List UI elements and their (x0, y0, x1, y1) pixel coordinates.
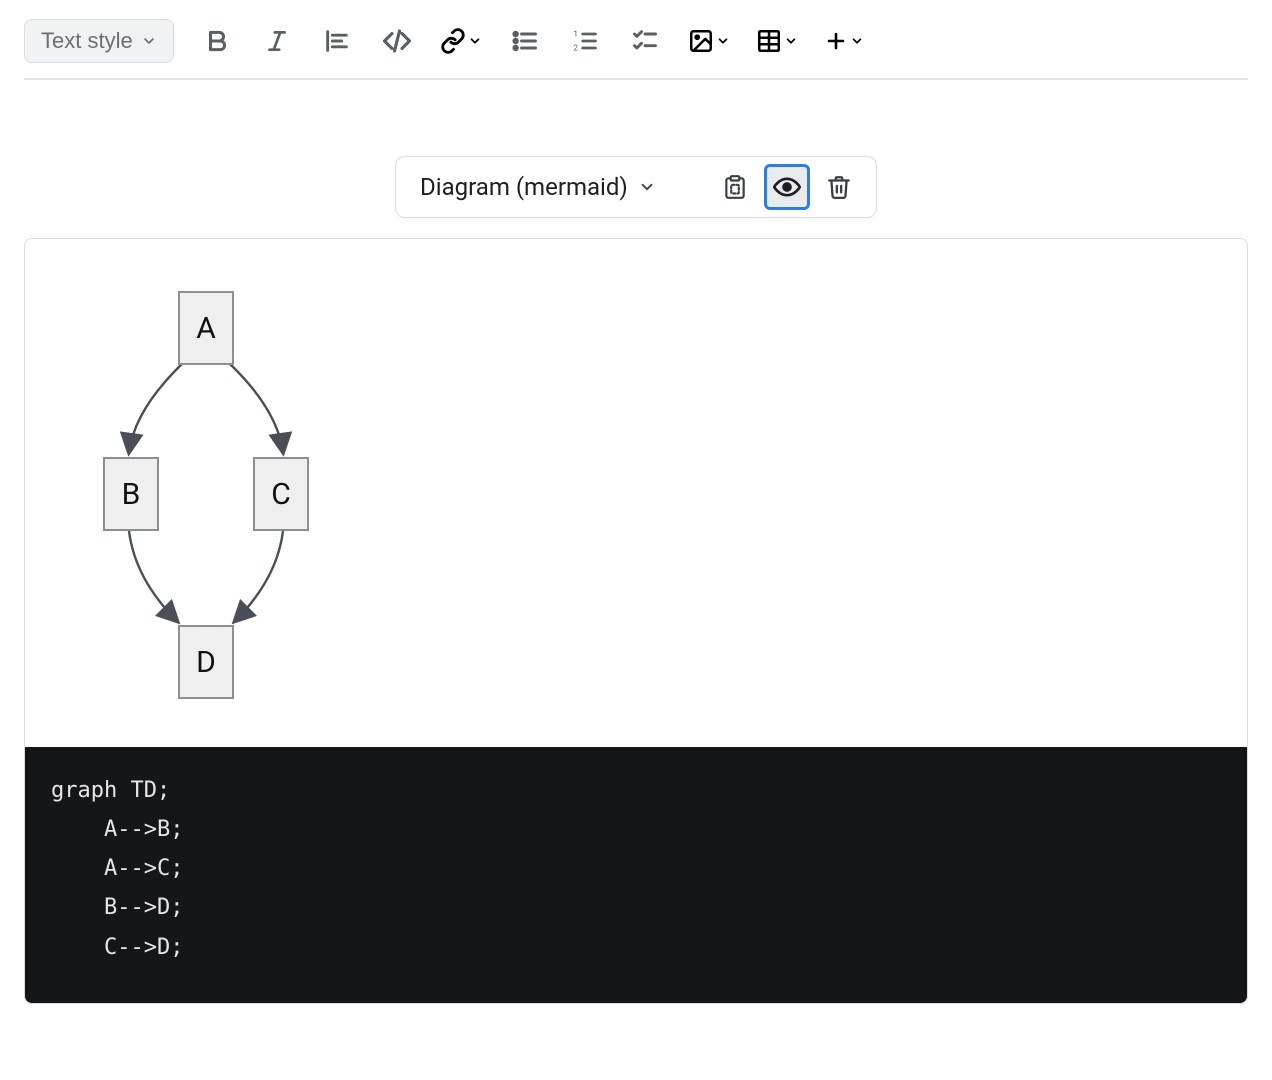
italic-icon (264, 28, 290, 54)
code-icon (382, 26, 412, 56)
checklist-button[interactable] (628, 24, 662, 58)
bold-button[interactable] (200, 24, 234, 58)
clipboard-icon (722, 174, 748, 200)
diagram-node-b: B (103, 457, 159, 531)
plus-icon (824, 29, 848, 53)
trash-icon (826, 174, 852, 200)
chevron-down-icon (784, 34, 798, 48)
svg-text:1: 1 (573, 28, 578, 38)
chevron-down-icon (638, 178, 656, 196)
bold-icon (204, 28, 230, 54)
diagram-node-a: A (178, 291, 234, 365)
svg-text:2: 2 (573, 42, 578, 52)
code-button[interactable] (380, 24, 414, 58)
align-left-icon (323, 27, 351, 55)
image-button[interactable] (688, 28, 730, 54)
diagram-node-c: C (253, 457, 309, 531)
copy-code-button[interactable] (712, 164, 758, 210)
diagram-node-d: D (178, 625, 234, 699)
chevron-down-icon (850, 34, 864, 48)
chevron-down-icon (716, 34, 730, 48)
toolbar-divider (24, 78, 1248, 80)
image-icon (688, 28, 714, 54)
text-style-label: Text style (41, 28, 133, 54)
diagram-block: A B C D graph TD; A-->B; A-->C; B-->D; C… (24, 238, 1248, 1004)
block-type-dropdown[interactable]: Diagram (mermaid) (410, 167, 666, 207)
diagram-preview: A B C D (25, 239, 1247, 747)
link-icon (440, 28, 466, 54)
bullet-list-button[interactable] (508, 24, 542, 58)
eye-icon (773, 173, 801, 201)
table-button[interactable] (756, 28, 798, 54)
chevron-down-icon (141, 33, 157, 49)
numbered-list-button[interactable]: 12 (568, 24, 602, 58)
bullet-list-icon (511, 27, 539, 55)
delete-block-button[interactable] (816, 164, 862, 210)
block-type-label: Diagram (mermaid) (420, 173, 628, 201)
diagram-source[interactable]: graph TD; A-->B; A-->C; B-->D; C-->D; (25, 747, 1247, 1003)
text-style-dropdown[interactable]: Text style (24, 19, 174, 63)
block-toolbar: Diagram (mermaid) (395, 156, 877, 218)
chevron-down-icon (468, 34, 482, 48)
link-button[interactable] (440, 28, 482, 54)
italic-button[interactable] (260, 24, 294, 58)
table-icon (756, 28, 782, 54)
insert-button[interactable] (824, 29, 864, 53)
editor-toolbar: Text style 12 (24, 16, 1248, 74)
checklist-icon (631, 27, 659, 55)
align-button[interactable] (320, 24, 354, 58)
numbered-list-icon: 12 (571, 27, 599, 55)
preview-toggle-button[interactable] (764, 164, 810, 210)
